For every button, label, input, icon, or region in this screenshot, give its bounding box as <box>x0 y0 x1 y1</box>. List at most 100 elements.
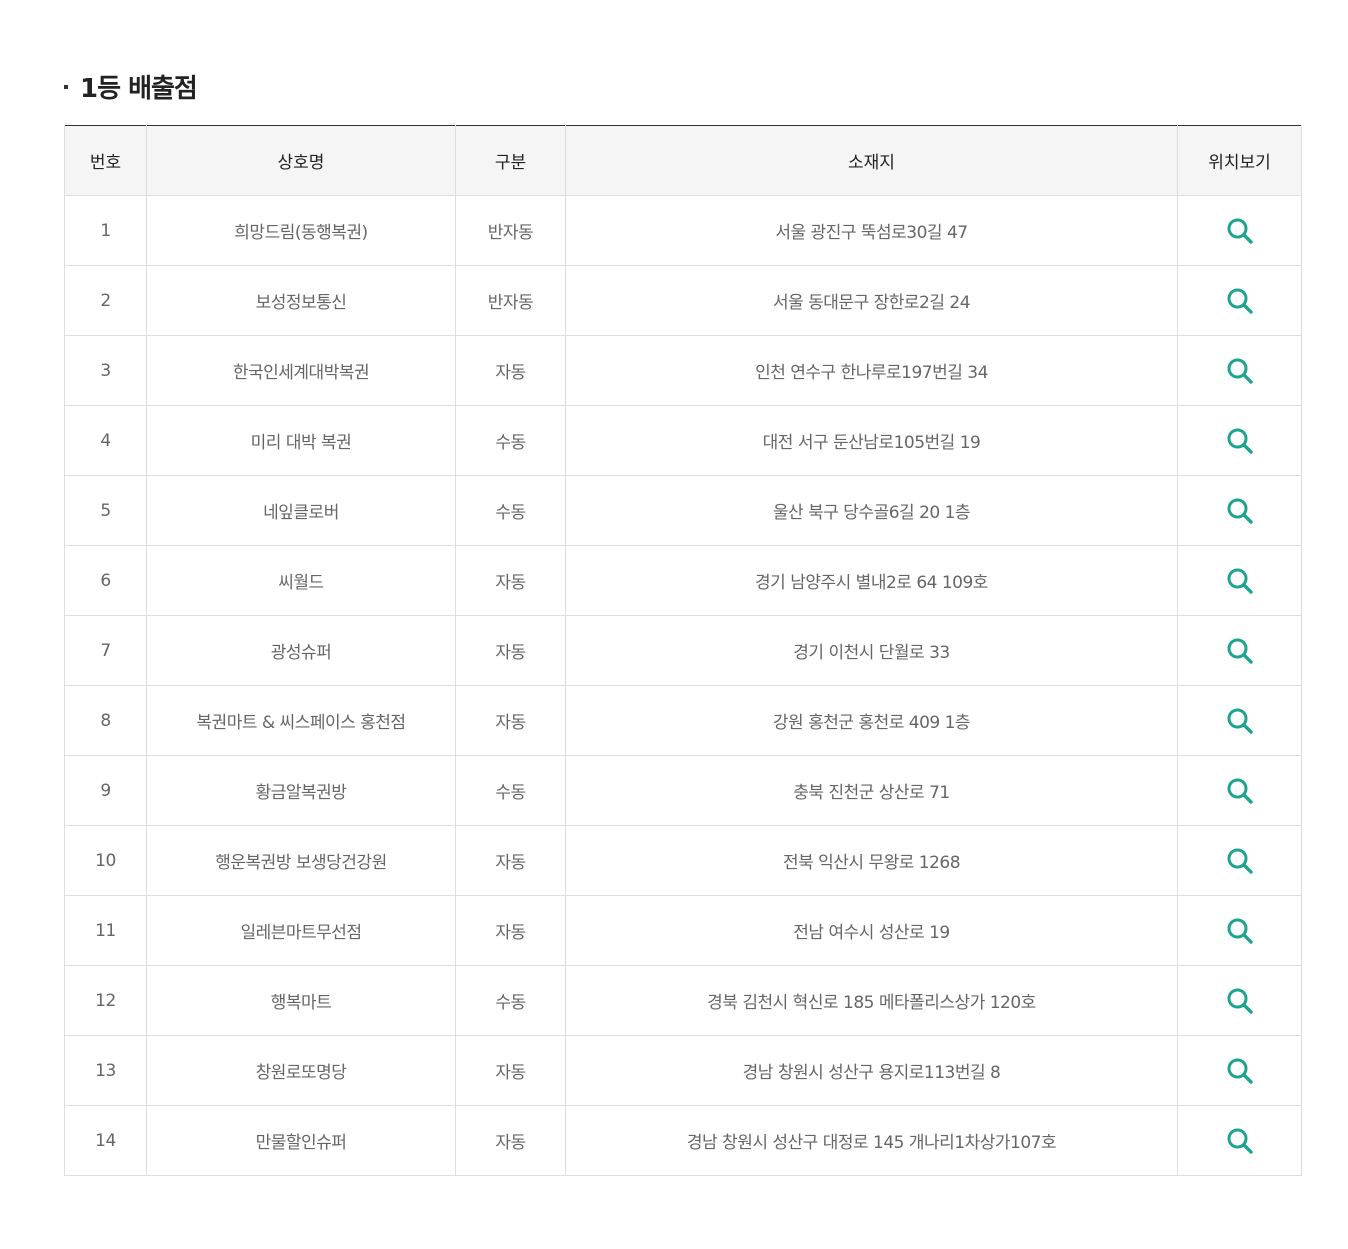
winning-stores-table: 번호 상호명 구분 소재지 위치보기 1 희망드림(동행복권) 반자동 서울 광진구 … <box>64 125 1302 1176</box>
row-location <box>1177 475 1302 546</box>
search-icon[interactable] <box>1225 286 1255 316</box>
row-store-name: 광성슈퍼 <box>146 615 456 686</box>
row-location <box>1177 895 1302 966</box>
search-icon[interactable] <box>1225 216 1255 246</box>
row-store-name: 보성정보통신 <box>146 265 456 336</box>
table-header-row: 번호 상호명 구분 소재지 위치보기 <box>64 125 1302 196</box>
row-location <box>1177 265 1302 336</box>
row-address: 전남 여수시 성산로 19 <box>565 895 1178 966</box>
row-location <box>1177 1105 1302 1176</box>
row-location <box>1177 195 1302 266</box>
search-icon[interactable] <box>1225 566 1255 596</box>
row-no: 1 <box>64 195 147 266</box>
row-store-name: 만물할인슈퍼 <box>146 1105 456 1176</box>
row-no: 14 <box>64 1105 147 1176</box>
row-type: 자동 <box>455 545 566 616</box>
row-location <box>1177 335 1302 406</box>
table-body: 1 희망드림(동행복권) 반자동 서울 광진구 뚝섬로30길 47 2 보성정보통신 반자동… <box>64 195 1302 1176</box>
table-row: 7 광성슈퍼 자동 경기 이천시 단월로 33 <box>64 615 1302 686</box>
row-no: 9 <box>64 755 147 826</box>
row-address: 전북 익산시 무왕로 1268 <box>565 825 1178 896</box>
search-icon[interactable] <box>1225 636 1255 666</box>
table-row: 9 황금알복권방 수동 충북 진천군 상산로 71 <box>64 755 1302 826</box>
row-address: 경북 김천시 혁신로 185 메타폴리스상가 120호 <box>565 965 1178 1036</box>
search-icon[interactable] <box>1225 776 1255 806</box>
table-row: 2 보성정보통신 반자동 서울 동대문구 장한로2길 24 <box>64 265 1302 336</box>
row-address: 서울 광진구 뚝섬로30길 47 <box>565 195 1178 266</box>
table-row: 8 복권마트 & 씨스페이스 홍천점 자동 강원 홍천군 홍천로 409 1층 <box>64 685 1302 756</box>
row-no: 7 <box>64 615 147 686</box>
row-type: 수동 <box>455 475 566 546</box>
search-icon[interactable] <box>1225 846 1255 876</box>
row-no: 5 <box>64 475 147 546</box>
row-location <box>1177 825 1302 896</box>
row-store-name: 한국인세계대박복권 <box>146 335 456 406</box>
header-no: 번호 <box>64 125 147 196</box>
row-location <box>1177 1035 1302 1106</box>
header-address: 소재지 <box>565 125 1178 196</box>
table-row: 3 한국인세계대박복권 자동 인천 연수구 한나루로197번길 34 <box>64 335 1302 406</box>
row-store-name: 일레븐마트무선점 <box>146 895 456 966</box>
header-name: 상호명 <box>146 125 456 196</box>
row-type: 자동 <box>455 1105 566 1176</box>
row-no: 3 <box>64 335 147 406</box>
row-store-name: 미리 대박 복권 <box>146 405 456 476</box>
table-row: 6 씨월드 자동 경기 남양주시 별내2로 64 109호 <box>64 545 1302 616</box>
search-icon[interactable] <box>1225 986 1255 1016</box>
row-store-name: 희망드림(동행복권) <box>146 195 456 266</box>
row-store-name: 창원로또명당 <box>146 1035 456 1106</box>
search-icon[interactable] <box>1225 356 1255 386</box>
title-bullet <box>64 85 68 89</box>
row-location <box>1177 755 1302 826</box>
row-type: 자동 <box>455 615 566 686</box>
row-address: 대전 서구 둔산남로105번길 19 <box>565 405 1178 476</box>
row-type: 자동 <box>455 825 566 896</box>
row-store-name: 행운복권방 보생당건강원 <box>146 825 456 896</box>
row-address: 경남 창원시 성산구 대정로 145 개나리1차상가107호 <box>565 1105 1178 1176</box>
search-icon[interactable] <box>1225 916 1255 946</box>
row-address: 서울 동대문구 장한로2길 24 <box>565 265 1178 336</box>
row-no: 8 <box>64 685 147 756</box>
row-type: 자동 <box>455 1035 566 1106</box>
table-row: 10 행운복권방 보생당건강원 자동 전북 익산시 무왕로 1268 <box>64 825 1302 896</box>
row-no: 11 <box>64 895 147 966</box>
table-row: 13 창원로또명당 자동 경남 창원시 성산구 용지로113번길 8 <box>64 1035 1302 1106</box>
row-type: 수동 <box>455 965 566 1036</box>
row-no: 6 <box>64 545 147 616</box>
table-row: 4 미리 대박 복권 수동 대전 서구 둔산남로105번길 19 <box>64 405 1302 476</box>
section-title: 1등 배출점 <box>64 66 198 106</box>
table-row: 12 행복마트 수동 경북 김천시 혁신로 185 메타폴리스상가 120호 <box>64 965 1302 1036</box>
row-address: 경기 이천시 단월로 33 <box>565 615 1178 686</box>
row-no: 10 <box>64 825 147 896</box>
row-type: 자동 <box>455 895 566 966</box>
header-location: 위치보기 <box>1177 125 1302 196</box>
row-location <box>1177 965 1302 1036</box>
row-type: 수동 <box>455 755 566 826</box>
search-icon[interactable] <box>1225 1056 1255 1086</box>
row-type: 반자동 <box>455 195 566 266</box>
row-location <box>1177 615 1302 686</box>
row-store-name: 황금알복권방 <box>146 755 456 826</box>
row-address: 경기 남양주시 별내2로 64 109호 <box>565 545 1178 616</box>
table-row: 5 네잎클로버 수동 울산 북구 당수골6길 20 1층 <box>64 475 1302 546</box>
row-no: 12 <box>64 965 147 1036</box>
row-no: 4 <box>64 405 147 476</box>
row-location <box>1177 545 1302 616</box>
table-row: 1 희망드림(동행복권) 반자동 서울 광진구 뚝섬로30길 47 <box>64 195 1302 266</box>
row-address: 경남 창원시 성산구 용지로113번길 8 <box>565 1035 1178 1106</box>
search-icon[interactable] <box>1225 706 1255 736</box>
row-store-name: 복권마트 & 씨스페이스 홍천점 <box>146 685 456 756</box>
search-icon[interactable] <box>1225 496 1255 526</box>
row-address: 강원 홍천군 홍천로 409 1층 <box>565 685 1178 756</box>
row-type: 자동 <box>455 685 566 756</box>
row-location <box>1177 405 1302 476</box>
row-location <box>1177 685 1302 756</box>
row-store-name: 씨월드 <box>146 545 456 616</box>
search-icon[interactable] <box>1225 1126 1255 1156</box>
search-icon[interactable] <box>1225 426 1255 456</box>
row-address: 울산 북구 당수골6길 20 1층 <box>565 475 1178 546</box>
row-no: 2 <box>64 265 147 336</box>
page-title: 1등 배출점 <box>80 73 198 104</box>
row-address: 충북 진천군 상산로 71 <box>565 755 1178 826</box>
table-row: 14 만물할인슈퍼 자동 경남 창원시 성산구 대정로 145 개나리1차상가107호 <box>64 1105 1302 1176</box>
